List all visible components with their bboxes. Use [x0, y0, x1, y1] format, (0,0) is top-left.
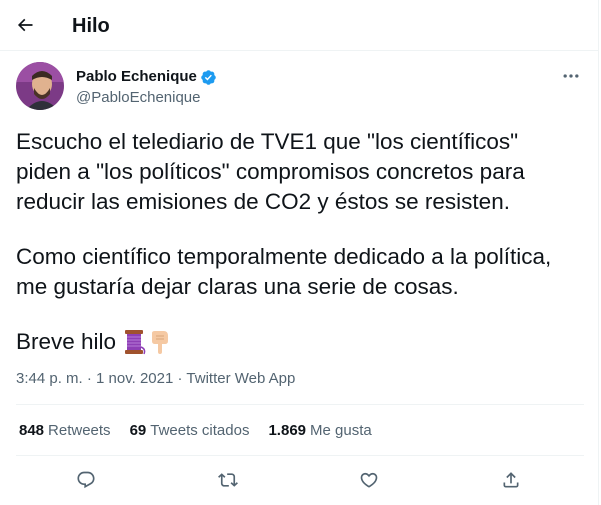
more-horizontal-icon [563, 74, 579, 78]
thread-header: Hilo [0, 0, 599, 51]
tweet-line: Escucho el telediario de TVE1 que "los c… [16, 129, 519, 154]
tweet-line: reducir las emisiones de CO2 y éstos se … [16, 189, 510, 214]
tweet-source[interactable]: Twitter Web App [186, 370, 295, 387]
retweet-button[interactable] [211, 463, 245, 497]
tweet-detail-panel: Hilo Pablo Echenique @PabloEchenique Esc… [0, 0, 599, 505]
avatar[interactable] [16, 62, 64, 110]
thread-spool-emoji [125, 330, 146, 355]
divider [16, 404, 584, 405]
page-title: Hilo [72, 15, 110, 37]
stat-value: 848 [19, 422, 45, 439]
reply-button[interactable] [69, 463, 103, 497]
tweet-line: me gustaría dejar claras una serie de co… [16, 274, 459, 299]
more-options-button[interactable] [555, 64, 587, 88]
share-button[interactable] [494, 463, 528, 497]
author-handle[interactable]: @PabloEchenique [76, 88, 200, 108]
tweet-time[interactable]: 3:44 p. m. [16, 370, 83, 387]
like-icon [360, 472, 378, 488]
tweet-meta: 3:44 p. m. · 1 nov. 2021 · Twitter Web A… [16, 369, 295, 389]
stat-label: Me gusta [310, 422, 372, 439]
meta-separator: · [177, 370, 183, 387]
stat-value: 1.869 [268, 422, 307, 439]
tweet-line: Como científico temporalmente dedicado a… [16, 244, 552, 269]
author-name[interactable]: Pablo Echenique [76, 67, 217, 87]
stat-value: 69 [129, 422, 147, 439]
tweet-closing-line: Breve hilo [16, 327, 584, 357]
tweet-actions-bar [0, 463, 599, 497]
likes-stat[interactable]: 1.869 Me gusta [268, 421, 371, 441]
tweet-closing-text: Breve hilo [16, 329, 117, 354]
tweet-stats: 848 Retweets 69 Tweets citados 1.869 Me … [19, 421, 391, 441]
verified-badge-icon [201, 69, 216, 85]
reply-icon [77, 471, 95, 489]
tweet-text: Escucho el telediario de TVE1 que "los c… [16, 127, 584, 357]
back-button[interactable] [8, 8, 42, 42]
stat-label: Retweets [48, 422, 111, 439]
stat-label: Tweets citados [150, 422, 250, 439]
tweet-date[interactable]: 1 nov. 2021 [96, 370, 173, 387]
author-name-text: Pablo Echenique [76, 68, 197, 85]
share-icon [503, 472, 519, 488]
divider [16, 455, 584, 456]
retweets-stat[interactable]: 848 Retweets [19, 421, 111, 441]
retweet-icon [218, 473, 238, 487]
like-button[interactable] [352, 463, 386, 497]
arrow-left-icon [17, 18, 33, 32]
quote-tweets-stat[interactable]: 69 Tweets citados [130, 421, 250, 441]
pointing-down-hand-emoji [152, 331, 169, 354]
meta-separator: · [86, 370, 92, 387]
tweet-line: piden a "los políticos" compromisos conc… [16, 159, 525, 184]
